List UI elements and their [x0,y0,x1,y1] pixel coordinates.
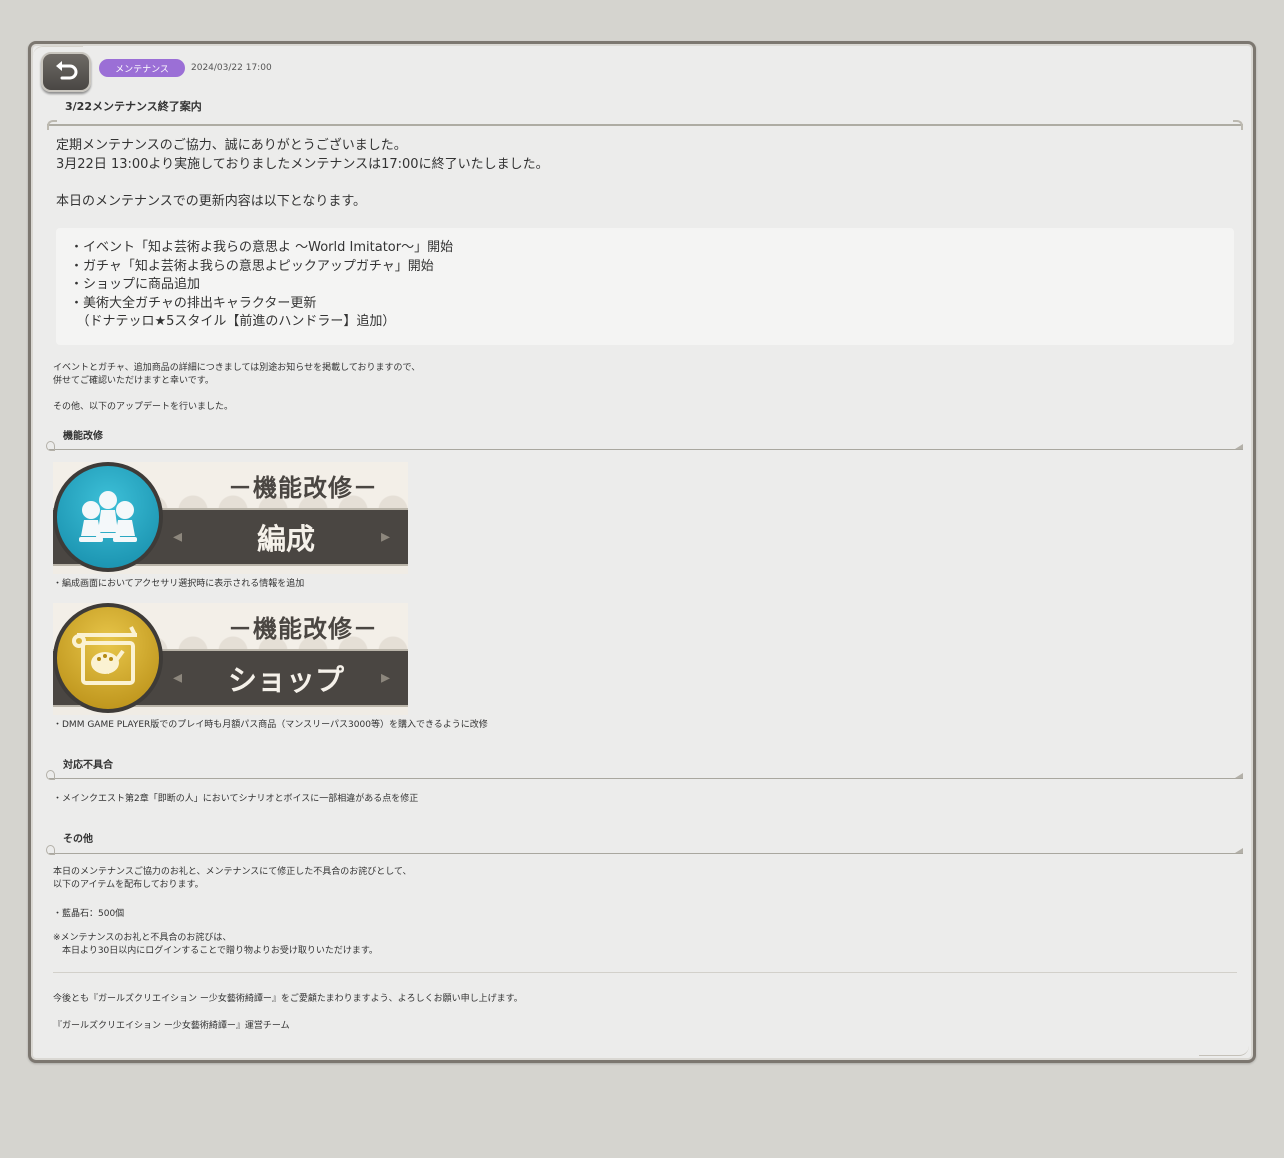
compensation-note: ※メンテナンスのお礼と不具合のお詫びは、 本日より30日以内にログインすることで… [53,932,378,958]
footer-divider [53,972,1237,973]
details-note: イベントとガチャ、追加商品の詳細につきましては別途お知らせを掲載しておりますので… [53,362,420,388]
banner-main-label: 編成 [256,522,315,556]
section-title-bugs: 対応不具合 [63,760,113,771]
list-item: ・ショップに商品追加 [70,277,201,293]
notice-title: 3/22メンテナンス終了案内 [65,100,202,113]
compensation-line: 以下のアイテムを配布しております。 [53,880,204,890]
section-title-improvements: 機能改修 [63,431,103,442]
section-title-other: その他 [63,834,93,845]
note-line: 併せてご確認いただけますと幸いです。 [53,376,214,386]
note-line: ※メンテナンスのお礼と不具合のお詫びは、 [53,933,232,943]
category-badge: メンテナンス [99,59,185,77]
banner-shop: －機能改修－ ◂ ▸ ショップ [53,603,408,715]
back-arrow-icon [56,61,78,80]
ornament-arrow-right-icon: ▸ [381,526,391,547]
title-divider [47,120,1243,130]
banner-caption: ・編成画面においてアクセサリ選択時に表示される情報を追加 [53,579,305,589]
team-signature: 『ガールズクリエイション ー少女藝術綺譚ー』運営チーム [53,1021,290,1031]
ornament-arrow-left-icon: ◂ [173,526,183,547]
list-item: ・イベント「知よ芸術よ我らの意思よ 〜World Imitator〜」開始 [70,240,454,255]
ornament-arrow-left-icon: ◂ [173,667,183,688]
ornament-arrow-right-icon: ▸ [381,667,391,688]
banner-subtitle: －機能改修－ [228,614,378,643]
post-date: 2024/03/22 17:00 [191,63,272,73]
section-divider [46,441,1243,451]
compensation-line: 本日のメンテナンスご協力のお礼と、メンテナンスにて修正した不具合のお詫びとして、 [53,867,412,877]
intro-text: 定期メンテナンスのご協力、誠にありがとうございました。 3月22日 13:00よ… [56,136,549,211]
update-list-box: ・イベント「知よ芸術よ我らの意思よ 〜World Imitator〜」開始 ・ガ… [56,228,1234,345]
shop-sign-icon [53,603,163,713]
list-item: （ドナテッロ★5スタイル【前進のハンドラー】追加） [70,314,396,330]
banner-main-label: ショップ [227,663,344,697]
intro-line: 本日のメンテナンスでの更新内容は以下となります。 [56,194,367,209]
section-divider [46,770,1243,780]
bug-fix-item: ・メインクエスト第2章「即断の人」においてシナリオとボイスに一部相違がある点を修… [53,794,419,804]
closing-message: 今後とも『ガールズクリエイション ー少女藝術綺譚ー』をご愛顧たまわりますよう、よ… [53,994,523,1004]
note-line: イベントとガチャ、追加商品の詳細につきましては別途お知らせを掲載しておりますので… [53,363,421,373]
intro-line: 3月22日 13:00より実施しておりましたメンテナンスは17:00に終了いたし… [56,157,549,172]
list-item: ・美術大全ガチャの排出キャラクター更新 [70,295,317,311]
pawns-icon [53,462,163,572]
intro-line: 定期メンテナンスのご協力、誠にありがとうございました。 [56,138,407,153]
notice-panel: メンテナンス 2024/03/22 17:00 3/22メンテナンス終了案内 定… [28,41,1256,1063]
list-item: ・ガチャ「知よ芸術よ我らの意思よピックアップガチャ」開始 [70,258,434,274]
banner-subtitle: －機能改修－ [228,473,378,502]
corner-ornament-icon [1199,1042,1249,1056]
other-updates-note: その他、以下のアップデートを行いました。 [53,402,234,412]
banner-caption: ・DMM GAME PLAYER版でのプレイ時も月額パス商品（マンスリーパス30… [53,720,488,730]
banner-formation: －機能改修－ ◂ ▸ 編成 [53,462,408,574]
note-line: 本日より30日以内にログインすることで贈り物よりお受け取りいただけます。 [53,946,378,956]
back-button[interactable] [41,52,91,92]
compensation-item: ・藍晶石：500個 [53,909,125,919]
section-divider [46,845,1243,855]
compensation-text: 本日のメンテナンスご協力のお礼と、メンテナンスにて修正した不具合のお詫びとして、… [53,866,412,892]
